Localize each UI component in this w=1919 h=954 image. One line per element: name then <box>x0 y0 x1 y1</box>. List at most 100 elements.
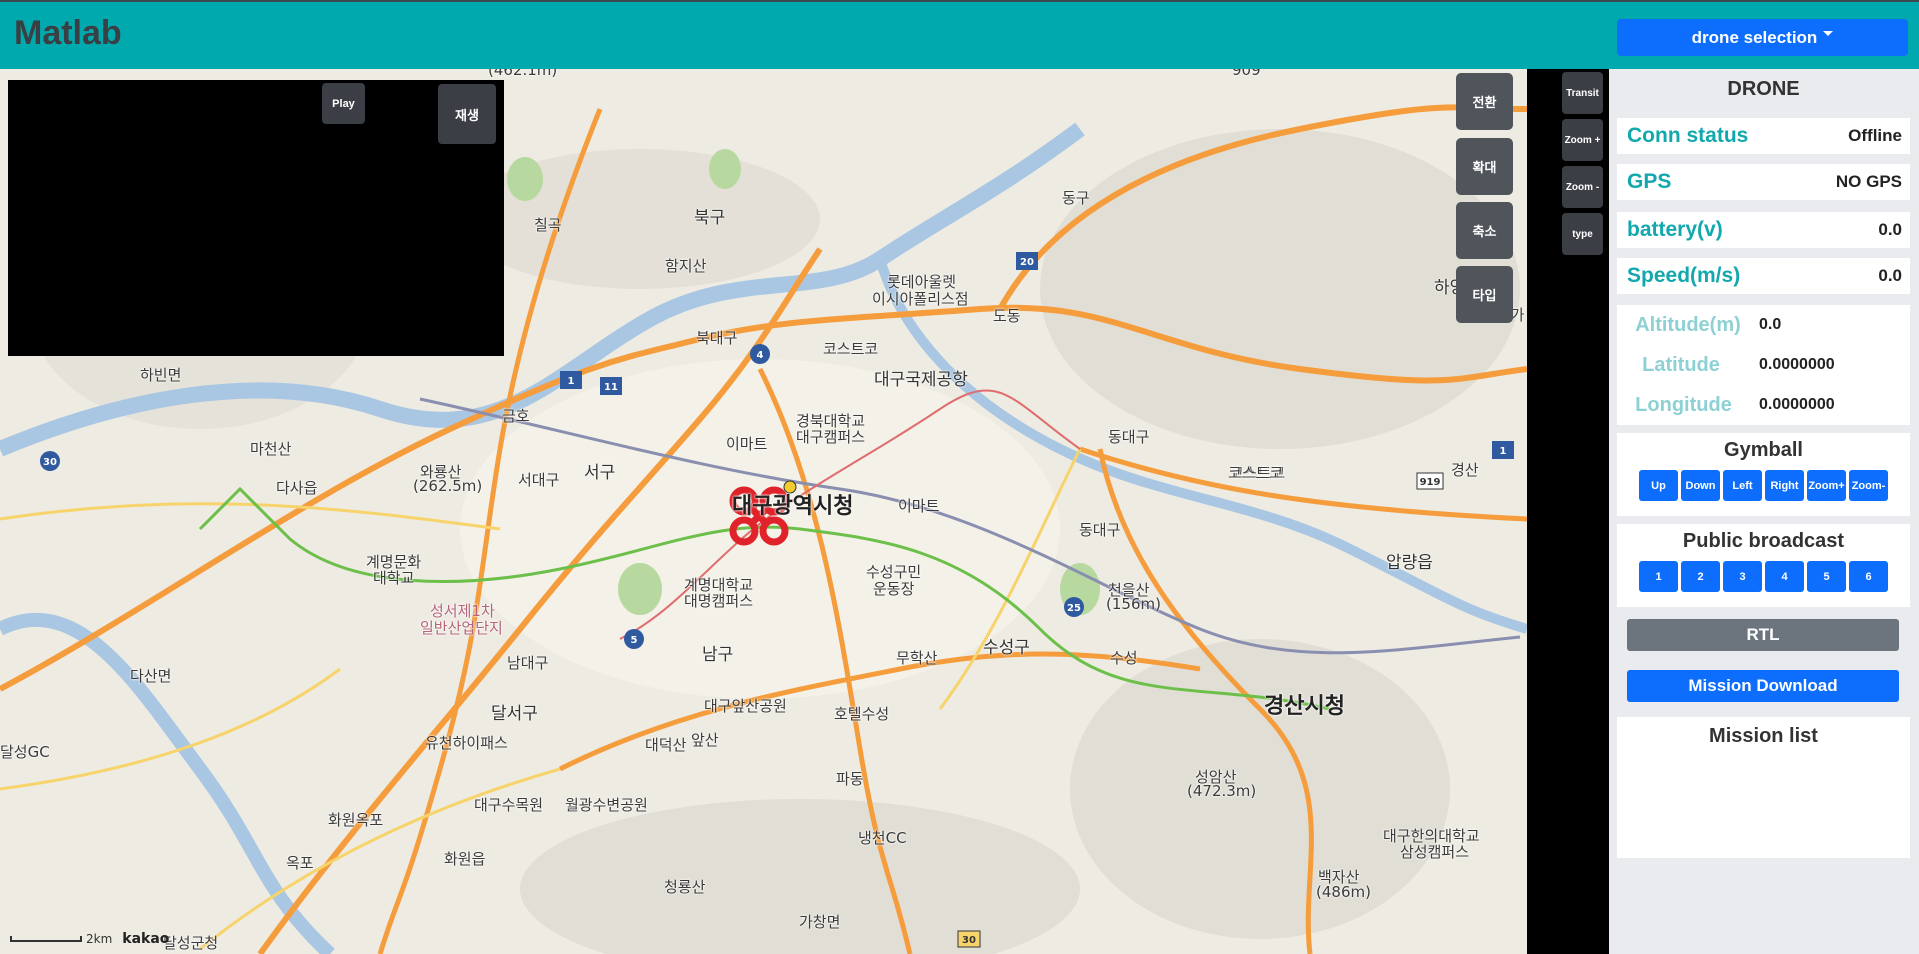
map-label-hamjisan: 함지산 <box>665 257 707 275</box>
gymball-right-button[interactable]: Right <box>1765 470 1804 501</box>
map-zoom-in-button[interactable]: Zoom + <box>1562 119 1603 161</box>
map-label-909: 909 <box>1232 69 1261 79</box>
map-label-maechon: 마천산 <box>250 440 292 458</box>
map-label-seodaegu: 서대구 <box>518 471 560 489</box>
map-label-paldong: 파동 <box>836 770 864 788</box>
map-label-dasan: 다산면 <box>130 667 172 685</box>
status-speed-card: Speed(m/s) 0.0 <box>1617 258 1910 294</box>
svg-text:1: 1 <box>1500 446 1507 457</box>
broadcast-5-button[interactable]: 5 <box>1807 561 1846 592</box>
battery-label: battery(v) <box>1627 218 1723 241</box>
gps-value: NO GPS <box>1835 172 1902 191</box>
broadcast-title: Public broadcast <box>1682 530 1845 552</box>
status-battery-card: battery(v) 0.0 <box>1617 212 1910 248</box>
svg-text:25: 25 <box>1067 603 1081 614</box>
brand-title[interactable]: Matlab <box>14 14 122 53</box>
gymball-up-button[interactable]: Up <box>1639 470 1678 501</box>
svg-text:5: 5 <box>631 635 638 646</box>
map-label-keimyung-arts-2: 대학교 <box>373 569 415 587</box>
rtl-button[interactable]: RTL <box>1627 619 1899 651</box>
broadcast-6-button[interactable]: 6 <box>1849 561 1888 592</box>
map-label-baekjasan-2: (486m) <box>1316 883 1371 901</box>
map-label-dalseo-gu: 달서구 <box>491 704 538 724</box>
map-label-gachang: 가창면 <box>799 913 841 931</box>
map-label-cheongryongsan: 청룡산 <box>664 878 706 896</box>
map-label-gyeongsan-ic: 경산 <box>1451 461 1479 479</box>
map-label-suseong: 수성 <box>1110 649 1138 667</box>
svg-text:11: 11 <box>604 382 618 393</box>
map-label-lotte-2: 이시아폴리스점 <box>872 290 969 308</box>
video-feed <box>8 80 504 356</box>
svg-text:4: 4 <box>757 350 764 361</box>
map-type-kr-button[interactable]: 타입 <box>1456 266 1513 323</box>
gymball-left-button[interactable]: Left <box>1723 470 1762 501</box>
status-conn-card: Conn status Offline <box>1617 118 1910 154</box>
map-label-geumho: 금호 <box>502 407 530 425</box>
map-label-hwawon: 화원옥포 <box>328 811 384 829</box>
mission-download-button[interactable]: Mission Download <box>1627 670 1899 702</box>
broadcast-card: Public broadcast 1 2 3 4 5 6 <box>1617 524 1910 607</box>
gymball-zoom-out-button[interactable]: Zoom- <box>1849 470 1888 501</box>
broadcast-2-button[interactable]: 2 <box>1681 561 1720 592</box>
gymball-down-button[interactable]: Down <box>1681 470 1720 501</box>
map-label-namdaegu: 남대구 <box>507 654 549 672</box>
map-label-nam-gu: 남구 <box>702 645 734 665</box>
map-label-buk-daegu: 북대구 <box>696 329 738 347</box>
map-label-dongdaegu: 동대구 <box>1108 428 1150 446</box>
scale-line <box>10 936 82 942</box>
broadcast-4-button[interactable]: 4 <box>1765 561 1804 592</box>
map-label-dongdaegu-ic: 동대구 <box>1079 521 1121 539</box>
drone-selection-label: drone selection <box>1691 27 1818 47</box>
play-kr-button[interactable]: 재생 <box>438 84 496 144</box>
drone-panel-title: DRONE <box>1727 78 1800 100</box>
map-label-wolgwang: 월광수변공원 <box>565 796 648 814</box>
map-label-hotel: 호텔수성 <box>834 705 890 723</box>
position-card: Altitude(m) 0.0 Latitude 0.0000000 Longitu… <box>1617 305 1910 425</box>
longitude-label: Longitude <box>1635 393 1732 416</box>
map-label-city-hall: 대구광역시청 <box>732 494 854 519</box>
map-scale-bar: 2km kakao <box>10 931 169 947</box>
map-label-emart-2: 이마트 <box>898 497 940 515</box>
battery-value: 0.0 <box>1878 220 1902 239</box>
gps-label: GPS <box>1627 170 1672 193</box>
gymball-zoom-in-button[interactable]: Zoom+ <box>1807 470 1846 501</box>
broadcast-1-button[interactable]: 1 <box>1639 561 1678 592</box>
gymball-card: Gymball Up Down Left Right Zoom+ Zoom- <box>1617 433 1910 516</box>
map-label-dalseong: 달성군청 <box>163 934 219 952</box>
svg-text:30: 30 <box>43 457 57 468</box>
map-transit-kr-button[interactable]: 전환 <box>1456 73 1513 130</box>
map-label-462: (462.1m) <box>488 69 558 79</box>
map-label-dodong: 도동 <box>993 307 1021 325</box>
svg-text:919: 919 <box>1420 477 1441 488</box>
map-label-muhaksan: 무학산 <box>896 649 938 667</box>
map-zoom-out-kr-button[interactable]: 축소 <box>1456 202 1513 259</box>
map-label-knu-2: 대구캠퍼스 <box>796 428 866 446</box>
drone-selection-dropdown[interactable]: drone selection <box>1617 19 1908 56</box>
map-label-daedeoksan: 대덕산 <box>645 736 687 754</box>
conn-status-value: Offline <box>1848 126 1902 145</box>
map-label-buk-gu: 북구 <box>694 208 726 228</box>
map-label-keimyung-2: 대명캠퍼스 <box>684 592 754 610</box>
map-label-costco-3: 코스트코 <box>1228 464 1284 482</box>
map-label-naengcheon: 냉천CC <box>858 829 907 847</box>
gymball-title: Gymball <box>1724 439 1803 461</box>
map-type-button[interactable]: type <box>1562 213 1603 255</box>
map-label-aprang: 압량읍 <box>1386 553 1433 573</box>
map-label-suseong-stadium-2: 운동장 <box>873 580 915 598</box>
map-attribution: kakao <box>122 931 170 947</box>
map-label-cheoneulsan-2: (156m) <box>1106 595 1161 613</box>
map-zoom-out-button[interactable]: Zoom - <box>1562 166 1603 208</box>
map-transit-button[interactable]: Transit <box>1562 72 1603 114</box>
map-label-habin: 하빈면 <box>140 366 182 384</box>
map-label-airport: 대구국제공항 <box>874 370 968 390</box>
map-label-apsan: 앞산 <box>691 731 719 749</box>
map-zoom-in-kr-button[interactable]: 확대 <box>1456 138 1513 195</box>
latitude-value: 0.0000000 <box>1759 356 1835 373</box>
play-button[interactable]: Play <box>322 83 365 124</box>
broadcast-3-button[interactable]: 3 <box>1723 561 1762 592</box>
map-label-seongamsan-2: (472.3m) <box>1187 782 1257 800</box>
map-label-dasa: 다사읍 <box>276 479 318 497</box>
longitude-value: 0.0000000 <box>1759 396 1835 413</box>
map-label-gyeongsan: 경산시청 <box>1264 694 1345 719</box>
speed-value: 0.0 <box>1878 266 1902 285</box>
